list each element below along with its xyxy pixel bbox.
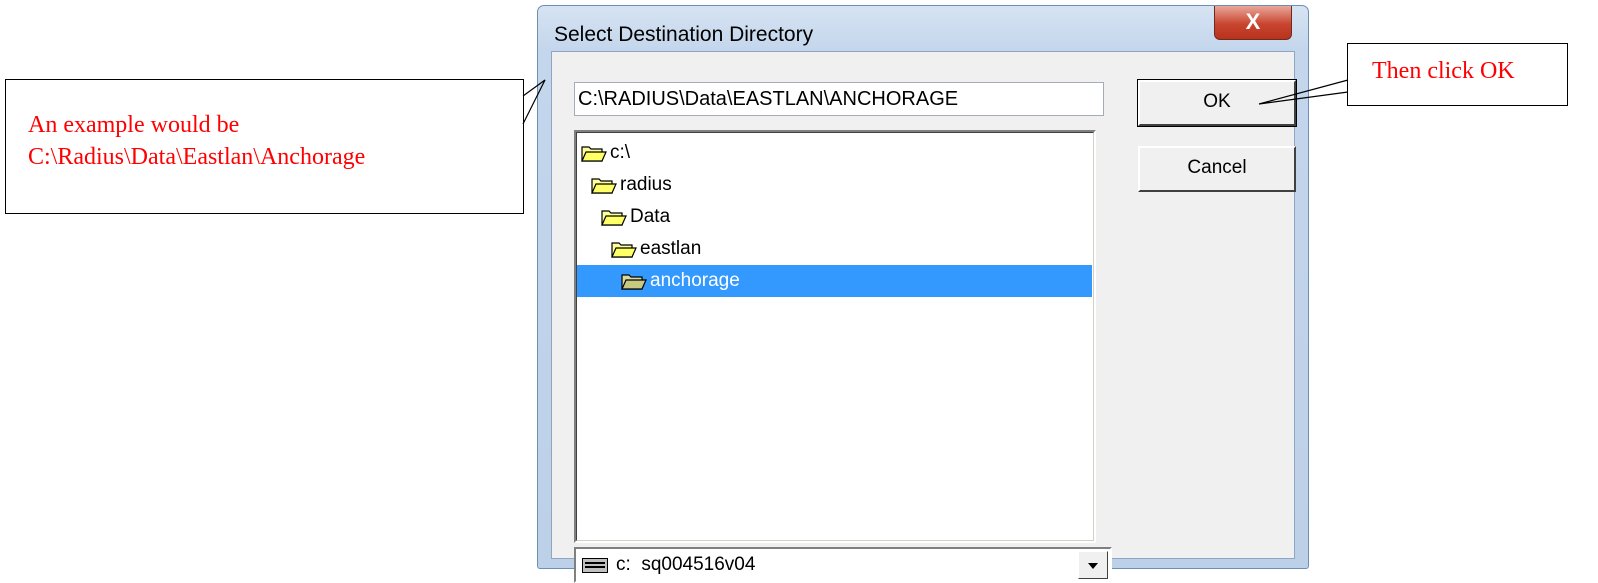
close-icon: X [1245, 9, 1261, 34]
open-folder-icon [581, 146, 607, 162]
folder-tree[interactable]: c:\ radius Data eastlan anchorage [574, 130, 1096, 543]
open-folder-icon [611, 242, 637, 258]
tree-item-label: eastlan [640, 238, 702, 259]
dialog-title: Select Destination Directory [554, 23, 814, 46]
dialog-client-area: C:\RADIUS\Data\EASTLAN\ANCHORAGE c:\ rad… [551, 51, 1297, 583]
annotation-callout-right: Then click OK [1347, 43, 1568, 106]
folder-tree-inner: c:\ radius Data eastlan anchorage [576, 132, 1094, 541]
tree-item-eastlan[interactable]: eastlan [611, 233, 701, 265]
open-folder-icon [601, 210, 627, 226]
open-folder-icon [591, 178, 617, 194]
annotation-callout-left: An example would be C:\Radius\Data\Eastl… [5, 79, 524, 214]
callout-right-text: Then click OK [1372, 58, 1515, 84]
tree-item-label: radius [620, 174, 672, 195]
cancel-button[interactable]: Cancel [1138, 146, 1296, 192]
callout-left-line2: C:\Radius\Data\Eastlan\Anchorage [28, 144, 366, 170]
drive-icon [582, 558, 608, 573]
tree-item-anchorage[interactable]: anchorage [577, 265, 1092, 297]
ok-button[interactable]: OK [1137, 79, 1297, 127]
dropdown-button[interactable] [1078, 551, 1108, 579]
tree-item-label: anchorage [650, 270, 740, 291]
open-folder-icon [621, 274, 647, 290]
tree-item-label: Data [630, 206, 671, 227]
close-button[interactable]: X [1214, 6, 1292, 40]
tree-item-radius[interactable]: radius [591, 169, 672, 201]
select-directory-dialog: Select Destination Directory X C:\RADIUS… [537, 5, 1309, 583]
drive-letter: c: [616, 554, 631, 575]
chevron-down-icon [1088, 563, 1098, 569]
tree-item-data[interactable]: Data [601, 201, 670, 233]
drive-label: c: sq004516v04 [616, 549, 755, 581]
drive-select[interactable]: c: sq004516v04 [574, 547, 1112, 583]
tree-item-label: c:\ [610, 142, 631, 163]
drive-name: sq004516v04 [641, 554, 756, 575]
callout-left-line1: An example would be [28, 112, 240, 138]
tree-item-c[interactable]: c:\ [581, 137, 630, 169]
path-input[interactable]: C:\RADIUS\Data\EASTLAN\ANCHORAGE [574, 82, 1104, 116]
